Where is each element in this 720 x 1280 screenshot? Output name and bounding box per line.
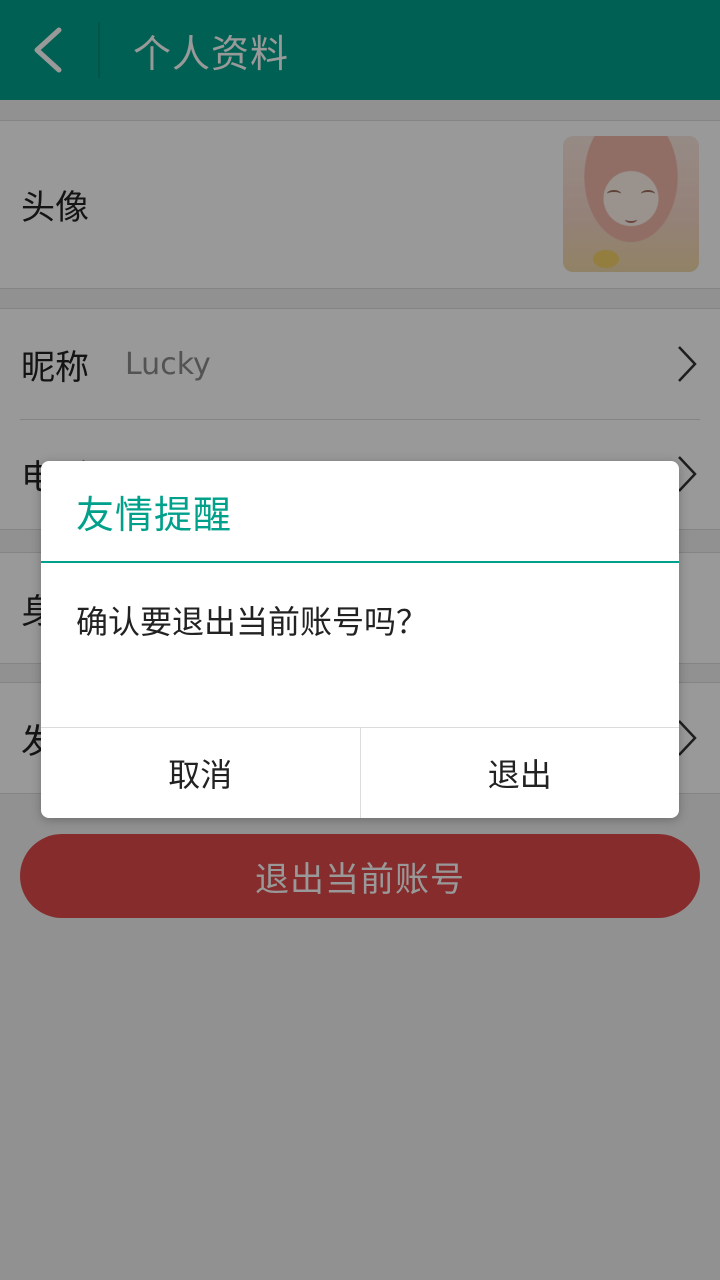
- confirm-logout-button[interactable]: 退出: [359, 728, 680, 818]
- confirm-dialog: 友情提醒 确认要退出当前账号吗？ 取消 退出: [41, 461, 679, 818]
- cancel-button[interactable]: 取消: [41, 728, 360, 818]
- dialog-message: 确认要退出当前账号吗？: [76, 603, 429, 641]
- dialog-actions: 取消 退出: [41, 727, 679, 818]
- dialog-title: 友情提醒: [76, 492, 233, 537]
